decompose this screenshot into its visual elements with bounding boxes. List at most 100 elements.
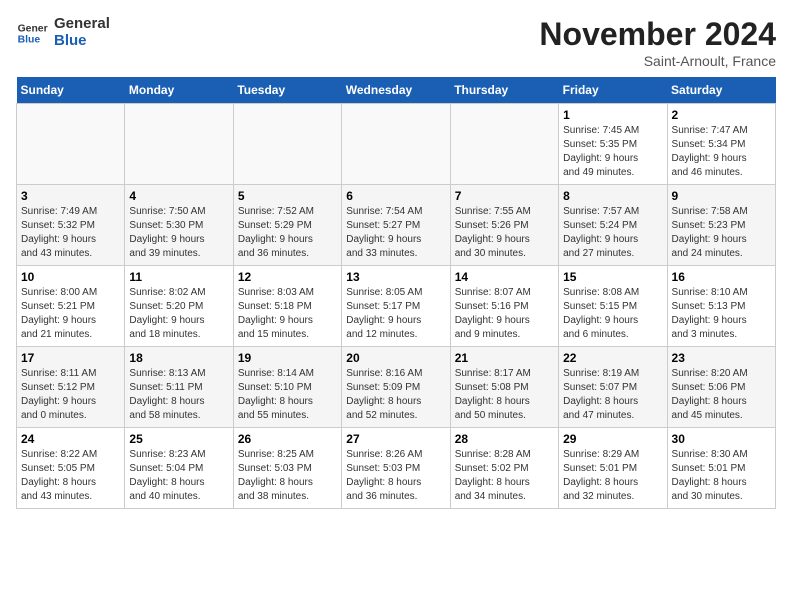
calendar-table: SundayMondayTuesdayWednesdayThursdayFrid…: [16, 77, 776, 509]
day-info: Sunrise: 7:45 AM Sunset: 5:35 PM Dayligh…: [563, 124, 662, 180]
day-number: 25: [129, 432, 228, 446]
calendar-cell: 25 Sunrise: 8:23 AM Sunset: 5:04 PM Dayli…: [125, 428, 233, 509]
day-number: 12: [238, 270, 337, 284]
month-title: November 2024: [539, 16, 776, 53]
day-number: 8: [563, 189, 662, 203]
calendar-cell: 9Sunrise: 7:58 AM Sunset: 5:23 PM Daylig…: [667, 185, 775, 266]
day-info: Sunrise: 8:20 AM Sunset: 5:06 PM Dayligh…: [672, 367, 771, 423]
calendar-body: 1 Sunrise: 7:45 AM Sunset: 5:35 PM Daylig…: [17, 104, 776, 509]
day-number: 20: [346, 351, 445, 365]
calendar-cell: [450, 104, 558, 185]
calendar-cell: 8 Sunrise: 7:57 AM Sunset: 5:24 PM Daylig…: [559, 185, 667, 266]
calendar-cell: 2 Sunrise: 7:47 AM Sunset: 5:34 PM Daylig…: [667, 104, 775, 185]
day-number: 19: [238, 351, 337, 365]
weekday-header-wednesday: Wednesday: [342, 77, 450, 104]
day-info: Sunrise: 8:23 AM Sunset: 5:04 PM Dayligh…: [129, 448, 228, 504]
calendar-week-1: 1 Sunrise: 7:45 AM Sunset: 5:35 PM Daylig…: [17, 104, 776, 185]
day-info: Sunrise: 8:05 AM Sunset: 5:17 PM Dayligh…: [346, 286, 445, 342]
day-info: Sunrise: 8:13 AM Sunset: 5:11 PM Dayligh…: [129, 367, 228, 423]
day-number: 21: [455, 351, 554, 365]
day-number: 4: [129, 189, 228, 203]
calendar-cell: [17, 104, 125, 185]
logo: General Blue General Blue: [16, 16, 110, 49]
day-info: Sunrise: 8:28 AM Sunset: 5:02 PM Dayligh…: [455, 448, 554, 504]
day-number: 15: [563, 270, 662, 284]
day-info: Sunrise: 8:29 AM Sunset: 5:01 PM Dayligh…: [563, 448, 662, 504]
calendar-cell: 18 Sunrise: 8:13 AM Sunset: 5:11 PM Dayli…: [125, 347, 233, 428]
day-info: Sunrise: 7:49 AM Sunset: 5:32 PM Dayligh…: [21, 205, 120, 261]
day-number: 11: [129, 270, 228, 284]
day-number: 2: [672, 108, 771, 122]
day-number: 3: [21, 189, 120, 203]
day-info: Sunrise: 8:25 AM Sunset: 5:03 PM Dayligh…: [238, 448, 337, 504]
day-number: 17: [21, 351, 120, 365]
location-subtitle: Saint-Arnoult, France: [539, 53, 776, 69]
calendar-cell: 17 Sunrise: 8:11 AM Sunset: 5:12 PM Dayli…: [17, 347, 125, 428]
day-info: Sunrise: 8:10 AM Sunset: 5:13 PM Dayligh…: [672, 286, 771, 342]
day-info: Sunrise: 8:17 AM Sunset: 5:08 PM Dayligh…: [455, 367, 554, 423]
day-number: 1: [563, 108, 662, 122]
day-info: Sunrise: 8:11 AM Sunset: 5:12 PM Dayligh…: [21, 367, 120, 423]
calendar-cell: 30 Sunrise: 8:30 AM Sunset: 5:01 PM Dayli…: [667, 428, 775, 509]
day-info: Sunrise: 8:07 AM Sunset: 5:16 PM Dayligh…: [455, 286, 554, 342]
logo-general: General: [54, 16, 110, 33]
calendar-cell: 27Sunrise: 8:26 AM Sunset: 5:03 PM Dayli…: [342, 428, 450, 509]
day-info: Sunrise: 7:47 AM Sunset: 5:34 PM Dayligh…: [672, 124, 771, 180]
svg-text:General: General: [18, 23, 48, 34]
day-info: Sunrise: 8:08 AM Sunset: 5:15 PM Dayligh…: [563, 286, 662, 342]
calendar-cell: [233, 104, 341, 185]
day-number: 23: [672, 351, 771, 365]
calendar-cell: 22Sunrise: 8:19 AM Sunset: 5:07 PM Dayli…: [559, 347, 667, 428]
calendar-cell: 11 Sunrise: 8:02 AM Sunset: 5:20 PM Dayli…: [125, 266, 233, 347]
weekday-header-thursday: Thursday: [450, 77, 558, 104]
calendar-cell: 13 Sunrise: 8:05 AM Sunset: 5:17 PM Dayli…: [342, 266, 450, 347]
day-info: Sunrise: 8:19 AM Sunset: 5:07 PM Dayligh…: [563, 367, 662, 423]
day-number: 24: [21, 432, 120, 446]
weekday-header-friday: Friday: [559, 77, 667, 104]
calendar-cell: 16Sunrise: 8:10 AM Sunset: 5:13 PM Dayli…: [667, 266, 775, 347]
calendar-cell: 3 Sunrise: 7:49 AM Sunset: 5:32 PM Daylig…: [17, 185, 125, 266]
day-number: 6: [346, 189, 445, 203]
day-info: Sunrise: 8:22 AM Sunset: 5:05 PM Dayligh…: [21, 448, 120, 504]
calendar-cell: 19Sunrise: 8:14 AM Sunset: 5:10 PM Dayli…: [233, 347, 341, 428]
calendar-cell: [342, 104, 450, 185]
calendar-cell: 28Sunrise: 8:28 AM Sunset: 5:02 PM Dayli…: [450, 428, 558, 509]
calendar-cell: 14 Sunrise: 8:07 AM Sunset: 5:16 PM Dayli…: [450, 266, 558, 347]
calendar-cell: 26 Sunrise: 8:25 AM Sunset: 5:03 PM Dayli…: [233, 428, 341, 509]
calendar-cell: [125, 104, 233, 185]
day-number: 13: [346, 270, 445, 284]
day-info: Sunrise: 7:54 AM Sunset: 5:27 PM Dayligh…: [346, 205, 445, 261]
logo-icon: General Blue: [16, 17, 48, 49]
calendar-cell: 5Sunrise: 7:52 AM Sunset: 5:29 PM Daylig…: [233, 185, 341, 266]
weekday-header-monday: Monday: [125, 77, 233, 104]
calendar-cell: 23 Sunrise: 8:20 AM Sunset: 5:06 PM Dayli…: [667, 347, 775, 428]
day-number: 27: [346, 432, 445, 446]
calendar-cell: 7Sunrise: 7:55 AM Sunset: 5:26 PM Daylig…: [450, 185, 558, 266]
day-info: Sunrise: 7:58 AM Sunset: 5:23 PM Dayligh…: [672, 205, 771, 261]
calendar-cell: 1 Sunrise: 7:45 AM Sunset: 5:35 PM Daylig…: [559, 104, 667, 185]
day-number: 5: [238, 189, 337, 203]
calendar-cell: 21 Sunrise: 8:17 AM Sunset: 5:08 PM Dayli…: [450, 347, 558, 428]
calendar-cell: 24 Sunrise: 8:22 AM Sunset: 5:05 PM Dayli…: [17, 428, 125, 509]
day-info: Sunrise: 7:50 AM Sunset: 5:30 PM Dayligh…: [129, 205, 228, 261]
day-number: 14: [455, 270, 554, 284]
day-info: Sunrise: 8:30 AM Sunset: 5:01 PM Dayligh…: [672, 448, 771, 504]
weekday-header-sunday: Sunday: [17, 77, 125, 104]
day-number: 10: [21, 270, 120, 284]
title-block: November 2024 Saint-Arnoult, France: [539, 16, 776, 69]
weekday-header-tuesday: Tuesday: [233, 77, 341, 104]
calendar-cell: 4 Sunrise: 7:50 AM Sunset: 5:30 PM Daylig…: [125, 185, 233, 266]
day-info: Sunrise: 8:02 AM Sunset: 5:20 PM Dayligh…: [129, 286, 228, 342]
calendar-week-2: 3 Sunrise: 7:49 AM Sunset: 5:32 PM Daylig…: [17, 185, 776, 266]
day-number: 18: [129, 351, 228, 365]
calendar-cell: 10Sunrise: 8:00 AM Sunset: 5:21 PM Dayli…: [17, 266, 125, 347]
calendar-cell: 6 Sunrise: 7:54 AM Sunset: 5:27 PM Daylig…: [342, 185, 450, 266]
weekday-header-saturday: Saturday: [667, 77, 775, 104]
day-number: 30: [672, 432, 771, 446]
day-info: Sunrise: 8:03 AM Sunset: 5:18 PM Dayligh…: [238, 286, 337, 342]
day-number: 29: [563, 432, 662, 446]
calendar-week-3: 10Sunrise: 8:00 AM Sunset: 5:21 PM Dayli…: [17, 266, 776, 347]
day-number: 26: [238, 432, 337, 446]
day-info: Sunrise: 8:16 AM Sunset: 5:09 PM Dayligh…: [346, 367, 445, 423]
day-info: Sunrise: 7:57 AM Sunset: 5:24 PM Dayligh…: [563, 205, 662, 261]
